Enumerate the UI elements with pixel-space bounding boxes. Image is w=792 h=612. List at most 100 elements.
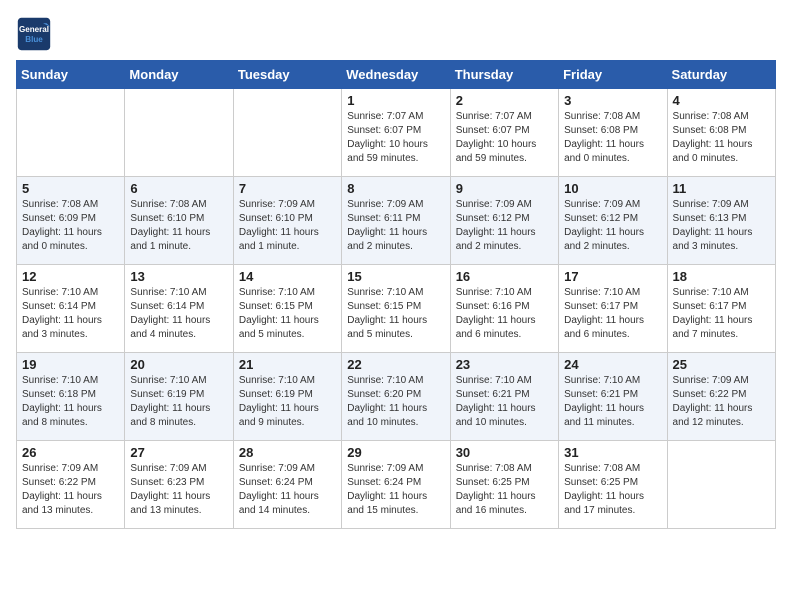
weekday-friday: Friday (559, 61, 667, 89)
day-number: 17 (564, 269, 661, 284)
logo-icon: General Blue (16, 16, 52, 52)
calendar-cell: 23Sunrise: 7:10 AM Sunset: 6:21 PM Dayli… (450, 353, 558, 441)
calendar-cell: 22 Sunrise: 7:10 AM Sunset: 6:20 PM Dayli… (342, 353, 450, 441)
day-number: 10 (564, 181, 661, 196)
day-number: 31 (564, 445, 661, 460)
day-number: 28 (239, 445, 336, 460)
calendar-table: SundayMondayTuesdayWednesdayThursdayFrid… (16, 60, 776, 529)
weekday-header-row: SundayMondayTuesdayWednesdayThursdayFrid… (17, 61, 776, 89)
day-number: 1 (347, 93, 444, 108)
day-number: 30 (456, 445, 553, 460)
week-row-1: 1 Sunrise: 7:07 AM Sunset: 6:07 PM Daylig… (17, 89, 776, 177)
day-number: 8 (347, 181, 444, 196)
calendar-cell: 13 Sunrise: 7:10 AM Sunset: 6:14 PM Dayli… (125, 265, 233, 353)
day-info: Sunrise: 7:09 AM Sunset: 6:12 PM Dayligh… (456, 198, 553, 254)
svg-text:General: General (19, 25, 49, 34)
day-info: Sunrise: 7:09 AM Sunset: 6:13 PM Dayligh… (673, 198, 770, 254)
calendar-cell: 1 Sunrise: 7:07 AM Sunset: 6:07 PM Daylig… (342, 89, 450, 177)
day-number: 18 (673, 269, 770, 284)
calendar-cell: 19Sunrise: 7:10 AM Sunset: 6:18 PM Dayli… (17, 353, 125, 441)
day-number: 24 (564, 357, 661, 372)
day-info: Sunrise: 7:08 AM Sunset: 6:09 PM Dayligh… (22, 198, 119, 254)
calendar-cell: 26Sunrise: 7:09 AM Sunset: 6:22 PM Dayli… (17, 441, 125, 529)
calendar-cell: 25Sunrise: 7:09 AM Sunset: 6:22 PM Dayli… (667, 353, 775, 441)
day-info: Sunrise: 7:10 AM Sunset: 6:21 PM Dayligh… (456, 374, 553, 430)
day-number: 27 (130, 445, 227, 460)
day-number: 22 (347, 357, 444, 372)
calendar-cell: 21Sunrise: 7:10 AM Sunset: 6:19 PM Dayli… (233, 353, 341, 441)
calendar-cell: 30 Sunrise: 7:08 AM Sunset: 6:25 PM Dayli… (450, 441, 558, 529)
day-number: 29 (347, 445, 444, 460)
logo: General Blue (16, 16, 58, 52)
day-info: Sunrise: 7:08 AM Sunset: 6:08 PM Dayligh… (673, 110, 770, 166)
weekday-thursday: Thursday (450, 61, 558, 89)
day-info: Sunrise: 7:07 AM Sunset: 6:07 PM Dayligh… (347, 110, 444, 166)
day-info: Sunrise: 7:08 AM Sunset: 6:08 PM Dayligh… (564, 110, 661, 166)
day-info: Sunrise: 7:10 AM Sunset: 6:20 PM Dayligh… (347, 374, 444, 430)
calendar-cell: 24Sunrise: 7:10 AM Sunset: 6:21 PM Dayli… (559, 353, 667, 441)
day-number: 16 (456, 269, 553, 284)
day-number: 12 (22, 269, 119, 284)
calendar-cell: 8Sunrise: 7:09 AM Sunset: 6:11 PM Daylig… (342, 177, 450, 265)
day-number: 25 (673, 357, 770, 372)
day-number: 20 (130, 357, 227, 372)
day-info: Sunrise: 7:09 AM Sunset: 6:24 PM Dayligh… (239, 462, 336, 518)
svg-text:Blue: Blue (25, 35, 43, 44)
calendar-cell: 14 Sunrise: 7:10 AM Sunset: 6:15 PM Dayli… (233, 265, 341, 353)
calendar-cell: 4 Sunrise: 7:08 AM Sunset: 6:08 PM Daylig… (667, 89, 775, 177)
day-info: Sunrise: 7:10 AM Sunset: 6:14 PM Dayligh… (22, 286, 119, 342)
calendar-cell (125, 89, 233, 177)
day-info: Sunrise: 7:09 AM Sunset: 6:23 PM Dayligh… (130, 462, 227, 518)
day-number: 11 (673, 181, 770, 196)
week-row-5: 26Sunrise: 7:09 AM Sunset: 6:22 PM Dayli… (17, 441, 776, 529)
calendar-cell: 27 Sunrise: 7:09 AM Sunset: 6:23 PM Dayli… (125, 441, 233, 529)
calendar-cell: 5Sunrise: 7:08 AM Sunset: 6:09 PM Daylig… (17, 177, 125, 265)
calendar-cell (667, 441, 775, 529)
day-info: Sunrise: 7:10 AM Sunset: 6:17 PM Dayligh… (673, 286, 770, 342)
day-info: Sunrise: 7:10 AM Sunset: 6:14 PM Dayligh… (130, 286, 227, 342)
day-info: Sunrise: 7:09 AM Sunset: 6:10 PM Dayligh… (239, 198, 336, 254)
day-info: Sunrise: 7:08 AM Sunset: 6:25 PM Dayligh… (456, 462, 553, 518)
weekday-tuesday: Tuesday (233, 61, 341, 89)
calendar-cell: 12 Sunrise: 7:10 AM Sunset: 6:14 PM Dayli… (17, 265, 125, 353)
day-info: Sunrise: 7:10 AM Sunset: 6:16 PM Dayligh… (456, 286, 553, 342)
calendar-cell: 20 Sunrise: 7:10 AM Sunset: 6:19 PM Dayli… (125, 353, 233, 441)
day-number: 14 (239, 269, 336, 284)
calendar-cell: 17 Sunrise: 7:10 AM Sunset: 6:17 PM Dayli… (559, 265, 667, 353)
weekday-monday: Monday (125, 61, 233, 89)
day-info: Sunrise: 7:10 AM Sunset: 6:15 PM Dayligh… (239, 286, 336, 342)
calendar-cell: 6 Sunrise: 7:08 AM Sunset: 6:10 PM Daylig… (125, 177, 233, 265)
week-row-2: 5Sunrise: 7:08 AM Sunset: 6:09 PM Daylig… (17, 177, 776, 265)
day-info: Sunrise: 7:10 AM Sunset: 6:15 PM Dayligh… (347, 286, 444, 342)
calendar-cell: 16 Sunrise: 7:10 AM Sunset: 6:16 PM Dayli… (450, 265, 558, 353)
calendar-body: 1 Sunrise: 7:07 AM Sunset: 6:07 PM Daylig… (17, 89, 776, 529)
day-number: 3 (564, 93, 661, 108)
calendar-cell: 2 Sunrise: 7:07 AM Sunset: 6:07 PM Daylig… (450, 89, 558, 177)
weekday-sunday: Sunday (17, 61, 125, 89)
day-info: Sunrise: 7:10 AM Sunset: 6:19 PM Dayligh… (130, 374, 227, 430)
calendar-cell: 9 Sunrise: 7:09 AM Sunset: 6:12 PM Daylig… (450, 177, 558, 265)
day-number: 13 (130, 269, 227, 284)
weekday-wednesday: Wednesday (342, 61, 450, 89)
day-number: 4 (673, 93, 770, 108)
calendar-cell: 3 Sunrise: 7:08 AM Sunset: 6:08 PM Daylig… (559, 89, 667, 177)
calendar-cell: 10Sunrise: 7:09 AM Sunset: 6:12 PM Dayli… (559, 177, 667, 265)
page-header: General Blue (16, 16, 776, 52)
calendar-cell: 18 Sunrise: 7:10 AM Sunset: 6:17 PM Dayli… (667, 265, 775, 353)
calendar-cell: 29Sunrise: 7:09 AM Sunset: 6:24 PM Dayli… (342, 441, 450, 529)
day-number: 21 (239, 357, 336, 372)
calendar-cell (17, 89, 125, 177)
day-info: Sunrise: 7:10 AM Sunset: 6:18 PM Dayligh… (22, 374, 119, 430)
day-number: 2 (456, 93, 553, 108)
day-number: 6 (130, 181, 227, 196)
day-number: 9 (456, 181, 553, 196)
calendar-cell: 28 Sunrise: 7:09 AM Sunset: 6:24 PM Dayli… (233, 441, 341, 529)
day-number: 15 (347, 269, 444, 284)
day-info: Sunrise: 7:10 AM Sunset: 6:17 PM Dayligh… (564, 286, 661, 342)
calendar-cell: 31Sunrise: 7:08 AM Sunset: 6:25 PM Dayli… (559, 441, 667, 529)
day-info: Sunrise: 7:08 AM Sunset: 6:10 PM Dayligh… (130, 198, 227, 254)
calendar-cell: 15 Sunrise: 7:10 AM Sunset: 6:15 PM Dayli… (342, 265, 450, 353)
day-info: Sunrise: 7:09 AM Sunset: 6:22 PM Dayligh… (22, 462, 119, 518)
day-info: Sunrise: 7:07 AM Sunset: 6:07 PM Dayligh… (456, 110, 553, 166)
calendar-cell: 11 Sunrise: 7:09 AM Sunset: 6:13 PM Dayli… (667, 177, 775, 265)
